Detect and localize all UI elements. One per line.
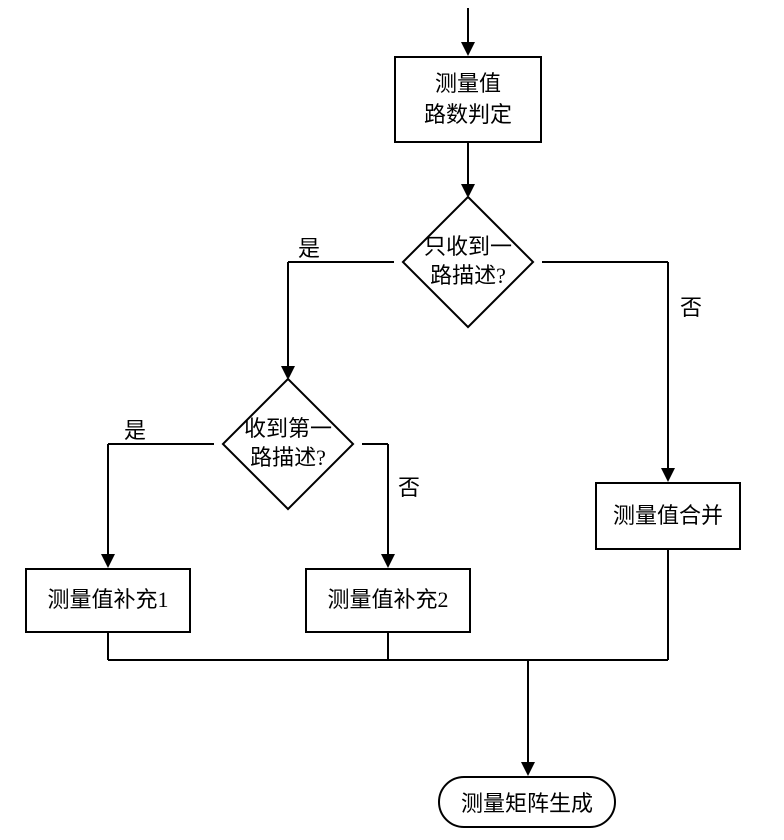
process-measurement-fill-2: 测量值补充2 [305,568,471,633]
terminal-measurement-matrix-generation: 测量矩阵生成 [438,776,616,828]
text: 测量矩阵生成 [461,786,593,818]
text-line2: 路描述? [250,444,326,473]
decision-first-channel-received: 收到第一 路描述? [214,380,362,508]
edge-label-no-d1: 否 [680,290,702,322]
text-line1: 收到第一 [244,415,332,444]
text-line1: 测量值 [435,69,501,100]
text: 测量值补充2 [327,585,448,616]
text: 测量值补充1 [47,585,168,616]
edge-label-no-d2: 否 [398,470,420,502]
text-line2: 路数判定 [424,100,512,131]
decision-only-one-channel: 只收到一 路描述? [394,198,542,326]
process-measurement-merge: 测量值合并 [595,482,741,550]
edge-label-yes-d1: 是 [298,231,320,263]
text: 测量值合并 [613,501,723,532]
edge-label-yes-d2: 是 [124,413,146,445]
process-measurement-fill-1: 测量值补充1 [25,568,191,633]
text-line2: 路描述? [430,262,506,291]
text-line1: 只收到一 [424,233,512,262]
process-channel-count-determination: 测量值 路数判定 [394,56,542,143]
